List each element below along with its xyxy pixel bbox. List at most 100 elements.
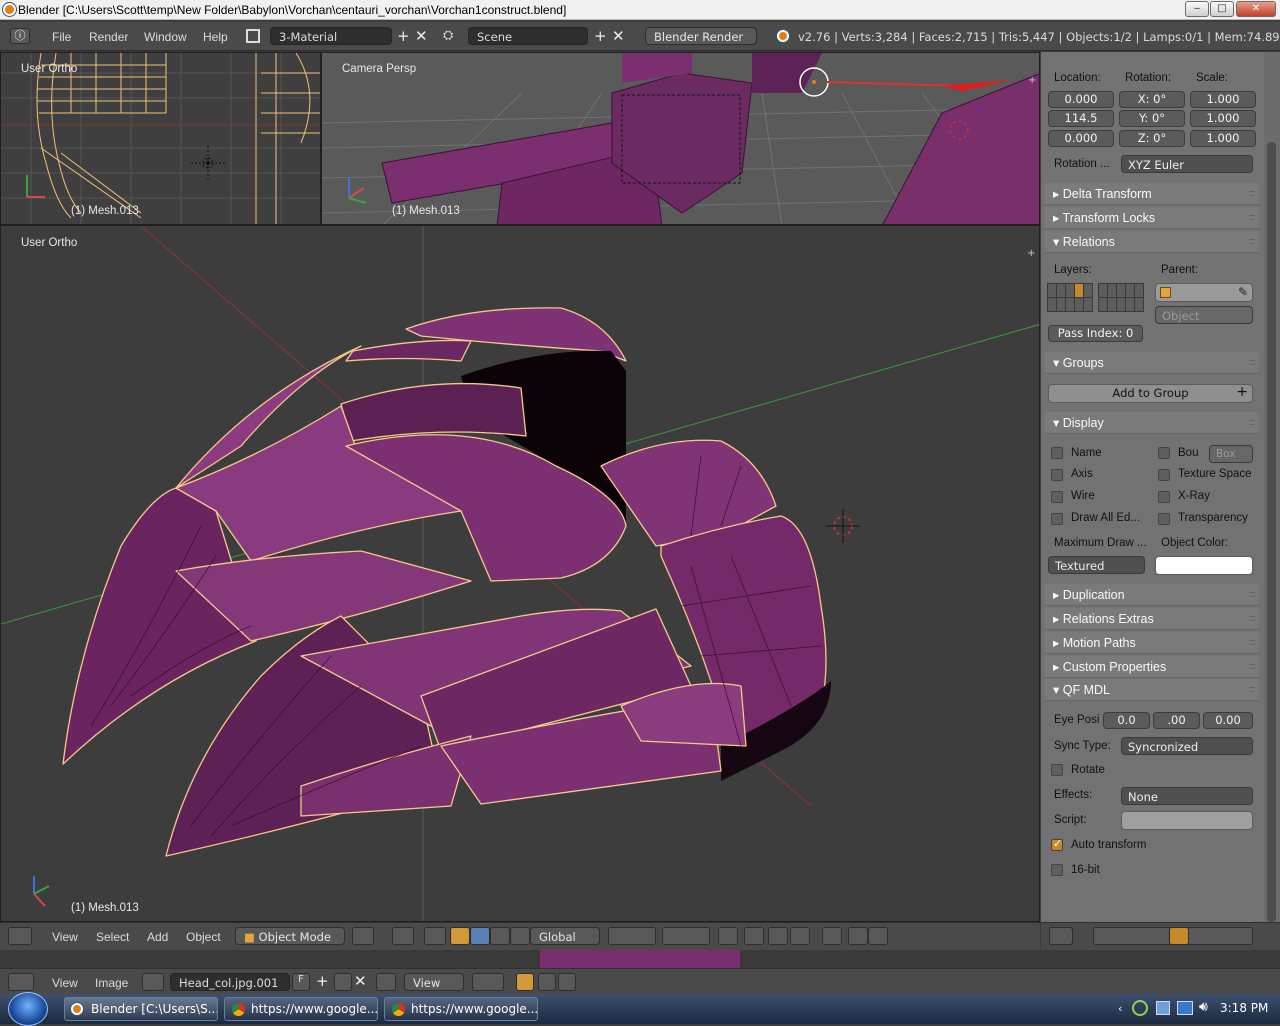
remove-scene-icon[interactable]: ✕ (612, 29, 625, 44)
scrollbar-thumb[interactable] (1267, 142, 1276, 922)
image-name-field[interactable]: Head_col.jpg.001 (170, 973, 290, 991)
menu-image[interactable]: Image (95, 976, 128, 990)
name-checkbox[interactable] (1051, 447, 1063, 459)
rotate-checkbox[interactable] (1051, 764, 1063, 776)
menu-select[interactable]: Select (96, 930, 129, 944)
transform-icon[interactable] (510, 927, 530, 945)
object-color-swatch[interactable] (1155, 556, 1253, 575)
z-buffer-icon[interactable] (558, 973, 576, 991)
panel-relations[interactable]: ▾ Relations:::: (1045, 231, 1259, 253)
panel-duplication[interactable]: ▸ Duplication:::: (1045, 584, 1259, 606)
parent-field[interactable]: ✎ (1155, 283, 1253, 302)
network-icon[interactable] (1177, 1001, 1193, 1015)
volume-icon[interactable]: 🔊︎ (1199, 999, 1208, 1015)
panel-groups[interactable]: ▾ Groups:::: (1045, 352, 1259, 374)
16bit-checkbox[interactable] (1051, 864, 1063, 876)
menu-view[interactable]: View (52, 930, 78, 944)
info-editor-icon[interactable]: ⓘ (10, 28, 30, 44)
menu-view[interactable]: View (52, 976, 78, 990)
add-to-group-button[interactable]: Add to Group + (1048, 384, 1253, 403)
pin-icon[interactable] (376, 973, 396, 991)
lock-layer-icon[interactable] (718, 927, 738, 945)
add-layout-icon[interactable]: + (397, 29, 410, 44)
layers-2-icon[interactable] (662, 927, 710, 945)
snap-target-icon[interactable] (822, 927, 842, 945)
tray-sync-icon[interactable] (1132, 1000, 1148, 1016)
panel-relations-extras[interactable]: ▸ Relations Extras:::: (1045, 608, 1259, 630)
viewport-main[interactable]: User Ortho (1) Mesh.013 + (0, 225, 1040, 922)
auto-transform-checkbox[interactable]: ✓ (1051, 837, 1063, 851)
panel-motion-paths[interactable]: ▸ Motion Paths:::: (1045, 632, 1259, 654)
mode-dropdown[interactable]: ■ Object Mode (235, 927, 345, 945)
layer-grid-1[interactable] (1047, 283, 1093, 312)
view-mode-dropdown[interactable]: View (404, 973, 464, 991)
remove-layout-icon[interactable]: ✕ (415, 29, 428, 44)
menu-add[interactable]: Add (147, 930, 168, 944)
viewport-top-left[interactable]: User Ortho (1) Mesh.013 (0, 52, 321, 225)
screen-layout-icon[interactable] (246, 29, 260, 43)
panel-qf-mdl[interactable]: ▾ QF MDL:::: (1045, 679, 1259, 701)
panel-delta-transform[interactable]: ▸ Delta Transform:::: (1045, 183, 1259, 205)
alpha-icon[interactable] (538, 973, 556, 991)
scene-field[interactable]: Scene (468, 27, 588, 45)
location-z-field[interactable]: 0.000 (1048, 130, 1114, 147)
rotation-mode-dropdown[interactable]: XYZ Euler (1121, 155, 1253, 173)
render-anim-icon[interactable] (868, 927, 888, 945)
render-engine-dropdown[interactable]: Blender Render (645, 27, 757, 45)
pivot-icon[interactable] (392, 927, 414, 945)
snap-element-icon[interactable] (790, 927, 810, 945)
translate-icon[interactable] (450, 927, 470, 945)
texture-space-checkbox[interactable] (1158, 469, 1170, 481)
area-corner-plus-icon[interactable]: + (1027, 248, 1035, 259)
script-field[interactable] (1121, 811, 1253, 830)
wire-checkbox[interactable] (1051, 491, 1063, 503)
shading-icon[interactable] (352, 927, 374, 945)
tray-app-icon[interactable] (1156, 1001, 1170, 1015)
system-clock[interactable]: 3:18 PM (1220, 1001, 1268, 1015)
properties-editor-type-icon[interactable] (1049, 927, 1073, 945)
menu-window[interactable]: Window (144, 30, 187, 44)
screen-layout-field[interactable]: 3-Material (270, 27, 392, 45)
menu-file[interactable]: File (52, 30, 71, 44)
image-browse-icon[interactable] (142, 973, 164, 991)
transparency-checkbox[interactable] (1158, 513, 1170, 525)
tray-expand-icon[interactable]: ‹ (1118, 1002, 1122, 1015)
scale-x-field[interactable]: 1.000 (1190, 91, 1256, 108)
menu-help[interactable]: Help (203, 30, 228, 44)
viewport-top-right[interactable]: Camera Persp (1) Mesh.013 + (321, 52, 1040, 225)
sync-type-dropdown[interactable]: Syncronized (1121, 737, 1253, 755)
proportional-edit-icon[interactable] (744, 927, 764, 945)
parent-type-dropdown[interactable]: Object (1155, 306, 1253, 324)
effects-dropdown[interactable]: None (1121, 787, 1253, 805)
bounds-type-dropdown[interactable]: Box (1209, 445, 1253, 463)
image-editor-type-icon[interactable] (8, 973, 34, 991)
layers-1-icon[interactable] (608, 927, 656, 945)
panel-custom-properties[interactable]: ▸ Custom Properties:::: (1045, 656, 1259, 678)
object-tab-icon[interactable] (1169, 927, 1189, 945)
bounds-checkbox[interactable] (1158, 447, 1170, 459)
xray-checkbox[interactable] (1158, 491, 1170, 503)
menu-object[interactable]: Object (186, 930, 221, 944)
taskbar-chrome-1[interactable]: https://www.google... (224, 997, 378, 1021)
taskbar-blender[interactable]: Blender [C:\Users\S... (64, 997, 218, 1021)
area-corner-plus-icon[interactable]: + (1028, 75, 1036, 86)
location-x-field[interactable]: 0.000 (1048, 91, 1114, 108)
pass-index-field[interactable]: Pass Index: 0 (1048, 325, 1143, 342)
panel-transform-locks[interactable]: ▸ Transform Locks:::: (1045, 207, 1259, 229)
eyedropper-icon[interactable]: ✎ (1238, 285, 1248, 299)
scale-z-field[interactable]: 1.000 (1190, 130, 1256, 147)
rotation-z-field[interactable]: Z: 0° (1119, 130, 1185, 147)
fake-user-button[interactable]: F (292, 973, 310, 991)
rotation-y-field[interactable]: Y: 0° (1119, 110, 1185, 127)
orientation-dropdown[interactable]: Global (530, 927, 600, 945)
axis-checkbox[interactable] (1051, 469, 1063, 481)
new-image-icon[interactable]: + (316, 974, 329, 989)
open-image-icon[interactable] (334, 973, 352, 991)
minimize-button[interactable]: ‒ (1185, 1, 1209, 17)
add-scene-icon[interactable]: + (594, 29, 607, 44)
location-y-field[interactable]: 114.5 (1048, 110, 1114, 127)
rotation-x-field[interactable]: X: 0° (1119, 91, 1185, 108)
scale-icon[interactable] (490, 927, 510, 945)
image-editor-area[interactable] (0, 950, 1280, 968)
manipulator-toggle-icon[interactable] (424, 927, 446, 945)
